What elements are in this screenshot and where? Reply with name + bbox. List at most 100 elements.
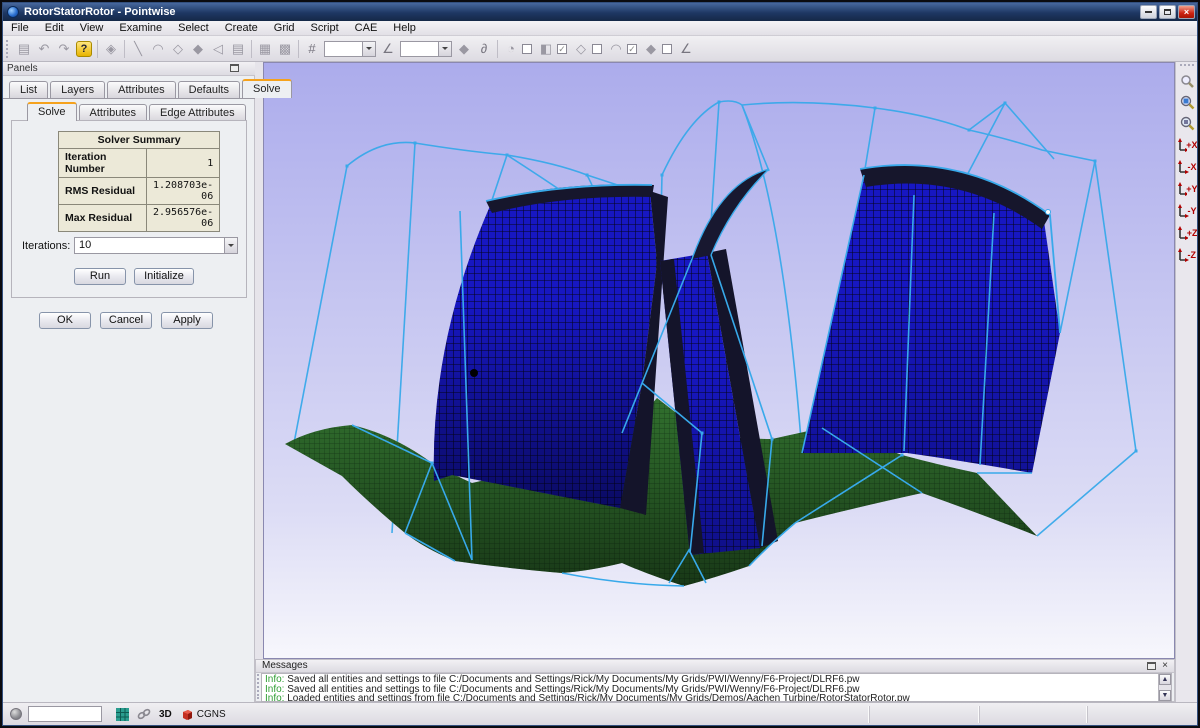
scroll-up-icon[interactable]: ▲ [1159,674,1171,685]
messages-header[interactable]: Messages × [256,660,1174,673]
spinner-arrow-icon[interactable] [224,238,237,253]
view-toolbar-drag-handle[interactable] [1180,64,1194,68]
zoom-extents-icon[interactable] [1178,93,1197,112]
panel-tab-row: List Layers Attributes Defaults Solve [9,79,294,98]
minimize-button[interactable] [1140,5,1157,19]
menu-view[interactable]: View [72,21,112,36]
close-button[interactable]: × [1178,5,1195,19]
tab-solve[interactable]: Solve [242,79,292,98]
title-bar[interactable]: RotorStatorRotor - Pointwise × [3,3,1198,21]
panels-header[interactable]: Panels [3,62,255,76]
tab-layers[interactable]: Layers [50,81,105,98]
apply-button[interactable]: Apply [161,312,213,329]
angle-icon[interactable]: ∠ [379,40,397,58]
control-point-white[interactable] [1046,210,1051,215]
view-minus-y-button[interactable]: -Y [1177,201,1198,221]
zoom-equal-icon[interactable] [1178,114,1197,133]
menu-cae[interactable]: CAE [347,21,386,36]
zoom-icon[interactable] [1178,72,1197,91]
menu-examine[interactable]: Examine [111,21,170,36]
iterations-label: Iterations: [22,240,70,252]
dimension-combo[interactable] [324,41,376,57]
status-input[interactable] [28,706,102,722]
scroll-down-icon[interactable]: ▼ [1159,690,1171,701]
close-messages-icon[interactable]: × [1162,660,1168,671]
selected-point[interactable] [470,369,478,377]
show-connectors-icon[interactable]: ◠ [607,40,625,58]
connector-tool-icon[interactable]: ╲ [129,40,147,58]
cancel-button[interactable]: Cancel [100,312,152,329]
show-angle-icon[interactable]: ∠ [677,40,695,58]
show-blocks-checkbox[interactable]: ✓ [557,44,567,54]
project-icon[interactable]: ◆ [455,40,473,58]
combo-arrow-icon[interactable] [438,42,451,56]
subtab-edge-attributes[interactable]: Edge Attributes [149,104,246,121]
application-window: RotorStatorRotor - Pointwise × File Edit… [0,0,1200,728]
initialize-button[interactable]: Initialize [134,268,194,285]
show-database-checkbox[interactable] [522,44,532,54]
subtab-solve[interactable]: Solve [27,102,77,121]
run-button[interactable]: Run [74,268,126,285]
show-shaded-icon[interactable]: ◆ [642,40,660,58]
show-blocks-icon[interactable]: ◧ [537,40,555,58]
dimension-icon[interactable]: # [303,40,321,58]
show-shaded-checkbox[interactable] [662,44,672,54]
redo-icon[interactable]: ↷ [55,40,73,58]
iterations-input[interactable]: 10 [74,237,238,254]
iteration-number-label: Iteration Number [59,149,147,178]
view-plus-y-button[interactable]: +Y [1177,179,1198,199]
combo-arrow-icon[interactable] [362,42,375,56]
show-connectors-checkbox[interactable]: ✓ [627,44,637,54]
structured-grid-icon[interactable]: ▦ [256,40,274,58]
menu-file[interactable]: File [3,21,37,36]
layers-icon[interactable]: ◈ [102,40,120,58]
show-domains-icon[interactable]: ◇ [572,40,590,58]
tab-defaults[interactable]: Defaults [178,81,240,98]
partial-derivative-icon[interactable]: ∂ [475,40,493,58]
viewport-3d-scene[interactable] [264,63,1174,658]
menu-edit[interactable]: Edit [37,21,72,36]
viewport-3d[interactable] [263,62,1175,659]
show-domains-checkbox[interactable] [592,44,602,54]
window-chrome: RotorStatorRotor - Pointwise × File Edit… [2,2,1198,726]
messages-log[interactable]: Info: Saved all entities and settings to… [261,673,1159,702]
unstructured-grid-icon[interactable]: ▩ [276,40,294,58]
angle-combo[interactable] [400,41,452,57]
tab-list[interactable]: List [9,81,48,98]
menu-create[interactable]: Create [217,21,266,36]
view-minus-x-button[interactable]: -X [1177,157,1198,177]
show-database-icon[interactable]: ◔ [502,40,520,58]
iterations-value: 10 [79,239,91,251]
view-plus-z-button[interactable]: +Z [1177,223,1198,243]
help-icon[interactable]: ? [76,41,92,57]
list-item: Info: Loaded entities and settings from … [265,694,1155,702]
subtab-attributes[interactable]: Attributes [79,104,147,121]
table-row: Max Residual 2.956576e-06 [59,205,220,232]
view-plus-x-button[interactable]: +X [1177,135,1198,155]
restore-button[interactable] [1159,5,1176,19]
tab-attributes[interactable]: Attributes [107,81,175,98]
database-tool-icon[interactable]: ▤ [229,40,247,58]
iteration-number-value: 1 [147,149,220,178]
max-residual-value: 2.956576e-06 [147,205,220,232]
float-messages-icon[interactable] [1147,662,1156,670]
menu-script[interactable]: Script [303,21,347,36]
rms-residual-value: 1.208703e-06 [147,178,220,205]
link-status-icon [137,708,151,720]
block-tool-icon[interactable]: ◁ [209,40,227,58]
menu-grid[interactable]: Grid [266,21,303,36]
toolbar-drag-handle[interactable] [6,40,11,58]
domain-tool-icon[interactable]: ◇ [169,40,187,58]
view-minus-z-button[interactable]: -Z [1177,245,1198,265]
undo-icon[interactable]: ↶ [35,40,53,58]
menu-help[interactable]: Help [385,21,424,36]
ok-button[interactable]: OK [39,312,91,329]
messages-scrollbar[interactable]: ▲ ▼ [1158,673,1172,702]
curve-tool-icon[interactable]: ◠ [149,40,167,58]
menu-select[interactable]: Select [170,21,217,36]
grid-status-icon [116,708,129,721]
window-title: RotorStatorRotor - Pointwise [24,6,176,18]
float-panel-icon[interactable] [230,64,239,72]
shaded-domain-tool-icon[interactable]: ◆ [189,40,207,58]
save-icon[interactable]: ▤ [15,40,33,58]
